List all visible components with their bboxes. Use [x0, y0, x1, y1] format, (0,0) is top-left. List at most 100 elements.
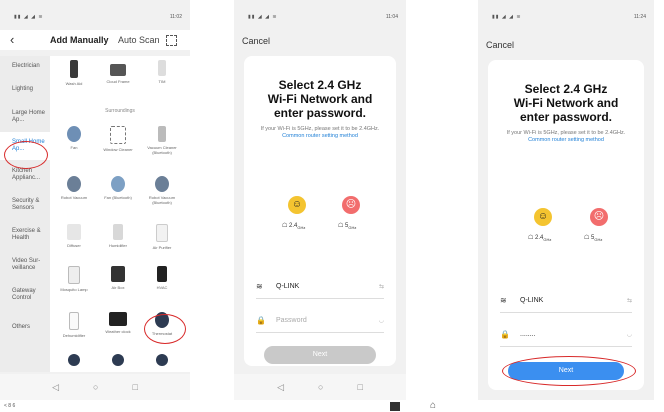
device-grid: Wash Aid Cloud Frame TIM Surroundings Fa… [50, 56, 190, 372]
lock-icon: 🔒 [256, 315, 266, 325]
device-tile[interactable]: Vacuum Cleaner (Bluetooth) [140, 126, 184, 155]
wifi-icon: ≋ [500, 295, 507, 305]
device-picker: Electrician Lighting Large Home Ap... Sm… [0, 56, 190, 372]
cancel-link[interactable]: Cancel [486, 40, 514, 50]
chevron-left-icon[interactable]: ‹ [10, 32, 14, 47]
device-label: Fan (Bluetooth) [104, 195, 132, 200]
swap-icon[interactable]: ⇆ [627, 297, 632, 304]
highlight-circle-next [502, 356, 636, 386]
category-item[interactable]: Video Sur- veillance [0, 250, 50, 280]
category-item[interactable]: Large Home Ap... [0, 102, 50, 132]
eye-icon[interactable]: ◡ [379, 317, 384, 324]
device-label: Weather clock [105, 329, 131, 334]
device-label: Window Cleaner [103, 147, 133, 152]
back-nav-icon[interactable]: ◁ [277, 382, 284, 393]
device-tile[interactable]: Air Purifier [140, 224, 184, 250]
eye-icon[interactable]: ◡ [627, 331, 632, 338]
device-tile[interactable]: TIM [140, 60, 184, 84]
device-tile[interactable]: HVAC [140, 266, 184, 290]
device-label: Air Box [111, 285, 125, 290]
swap-icon[interactable]: ⇆ [379, 283, 384, 290]
recents-nav-icon[interactable]: □ [357, 382, 362, 392]
device-tile[interactable] [52, 354, 96, 369]
screen-wifi-filled: ▮▮ ◢ ◢ ≋ 11:24 Cancel Select 2.4 GHz Wi-… [478, 0, 654, 400]
device-tile[interactable]: Weather clock [96, 312, 140, 334]
qr-icon [390, 402, 400, 411]
header: ‹ Add Manually Auto Scan [0, 30, 190, 50]
device-tile[interactable]: Dehumidifier [52, 312, 96, 338]
device-label: Dehumidifier [62, 333, 86, 338]
next-button[interactable]: Next [264, 346, 376, 364]
footer-text: < 8 6 [4, 403, 16, 409]
tab-add-manually[interactable]: Add Manually [50, 35, 109, 45]
sad-icon: ☹ [342, 196, 360, 214]
device-label: Robot Vacuum (Bluetooth) [148, 195, 176, 205]
category-item[interactable]: Exercise & Health [0, 220, 50, 250]
home-nav-icon[interactable]: ○ [318, 382, 323, 392]
category-item[interactable]: Lighting [0, 76, 50, 102]
title-line: Wi-Fi Network and [513, 96, 619, 110]
title-line: Select 2.4 GHz [278, 78, 362, 92]
cancel-link[interactable]: Cancel [242, 36, 270, 46]
band-unit: GHz [594, 237, 603, 243]
wifi-card: Select 2.4 GHz Wi-Fi Network and enter p… [488, 60, 644, 390]
tab-auto-scan[interactable]: Auto Scan [118, 35, 160, 45]
device-tile[interactable]: Cloud Frame [96, 60, 140, 84]
home-icon: ⌂ [430, 400, 437, 411]
device-label: HVAC [156, 285, 168, 290]
band-24: ☖ 2.4GHz [528, 235, 552, 243]
status-time: 11:02 [169, 14, 182, 20]
router-setting-link[interactable]: Common router setting method [282, 133, 358, 139]
device-tile[interactable]: Robot Vacuum (Bluetooth) [140, 176, 184, 205]
status-time: 11:04 [385, 14, 398, 20]
title-line: enter password. [273, 106, 367, 120]
status-bar: ▮▮ ◢ ◢ ≋ 11:04 [234, 0, 406, 36]
router-setting-link[interactable]: Common router setting method [528, 137, 604, 143]
wifi-ssid-field[interactable]: ≋ Q-LINK ⇆ [256, 274, 384, 299]
device-tile[interactable]: Window Cleaner [96, 126, 140, 152]
title-line: enter password. [519, 110, 613, 124]
wifi-ssid-field[interactable]: ≋ Q-LINK ⇆ [500, 288, 632, 313]
wifi-title: Select 2.4 GHz Wi-Fi Network and enter p… [244, 78, 396, 120]
category-item[interactable]: Electrician [0, 56, 50, 76]
title-line: Select 2.4 GHz [524, 82, 608, 96]
back-nav-icon[interactable]: ◁ [52, 382, 59, 393]
category-item[interactable]: Gateway Control [0, 280, 50, 310]
note-text: If your Wi-Fi is 5GHz, please set it to … [260, 126, 380, 132]
device-tile[interactable]: Mosquito Lamp [52, 266, 96, 292]
device-tile[interactable] [140, 354, 184, 369]
device-label: Vacuum Cleaner (Bluetooth) [147, 145, 177, 155]
band-unit: GHz [348, 225, 357, 231]
screen-wifi-empty: ▮▮ ◢ ◢ ≋ 11:04 Cancel Select 2.4 GHz Wi-… [234, 0, 406, 400]
password-field[interactable]: 🔒 ........ ◡ [500, 322, 632, 347]
home-nav-icon[interactable]: ○ [93, 382, 98, 392]
recents-nav-icon[interactable]: □ [132, 382, 137, 392]
device-label: Fan [70, 145, 78, 150]
sad-icon: ☹ [590, 208, 608, 226]
password-input[interactable]: Password [270, 317, 379, 324]
device-tile[interactable]: Humidifier [96, 224, 140, 248]
device-tile[interactable]: Fan (Bluetooth) [96, 176, 140, 200]
device-tile[interactable]: Robot Vacuum [52, 176, 96, 200]
device-tile[interactable] [96, 354, 140, 369]
smile-icon: ☺ [534, 208, 552, 226]
band-unit: GHz [297, 225, 306, 231]
device-tile[interactable]: Wash Aid [52, 60, 96, 86]
password-field[interactable]: 🔒 Password ◡ [256, 308, 384, 333]
highlight-circle-thermostat [144, 314, 186, 344]
device-tile[interactable]: Air Box [96, 266, 140, 290]
device-tile[interactable]: Diffuser [52, 224, 96, 248]
section-title: Surroundings [105, 108, 135, 114]
device-label: Cloud Frame [106, 79, 130, 84]
device-label: Diffuser [67, 243, 81, 248]
title-line: Wi-Fi Network and [267, 92, 373, 106]
password-input[interactable]: ........ [514, 331, 627, 338]
device-tile[interactable]: Fan [52, 126, 96, 150]
category-item[interactable]: Security & Sensors [0, 190, 50, 220]
band-note: If your Wi-Fi is 5GHz, please set it to … [502, 130, 630, 144]
smile-icon: ☺ [288, 196, 306, 214]
scan-icon[interactable] [166, 35, 177, 46]
category-item[interactable]: Others [0, 310, 50, 344]
band-24: ☖ 2.4GHz [282, 223, 306, 231]
screen-add-manually: ▮▮ ◢ ◢ ≋ 11:02 ‹ Add Manually Auto Scan … [0, 0, 190, 400]
